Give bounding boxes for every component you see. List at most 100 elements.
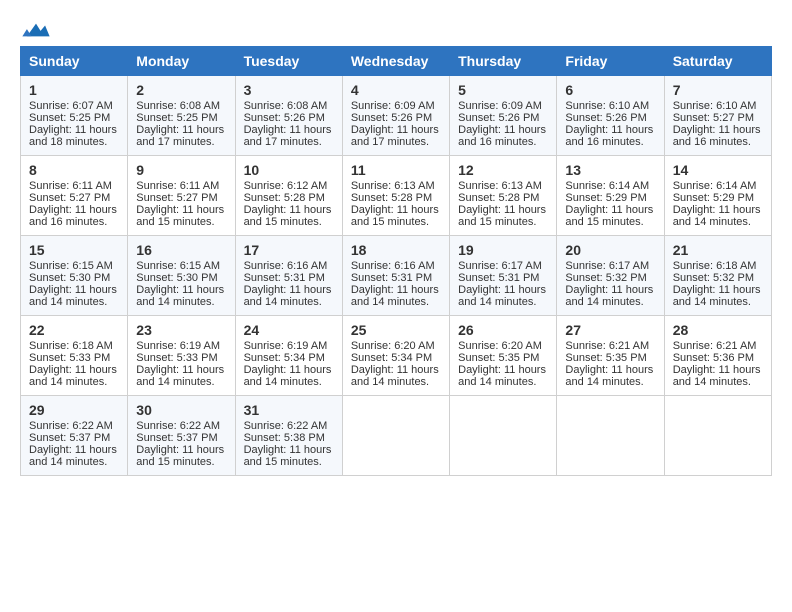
day-number: 23 bbox=[136, 322, 226, 338]
sunset-label: Sunset: 5:34 PM bbox=[244, 352, 325, 364]
day-number: 31 bbox=[244, 402, 334, 418]
weekday-header-monday: Monday bbox=[128, 47, 235, 76]
weekday-header-wednesday: Wednesday bbox=[342, 47, 449, 76]
calendar-week-row-5: 29 Sunrise: 6:22 AM Sunset: 5:37 PM Dayl… bbox=[21, 396, 772, 476]
daylight-label: Daylight: 11 hours and 14 minutes. bbox=[244, 364, 332, 388]
calendar-cell: 12 Sunrise: 6:13 AM Sunset: 5:28 PM Dayl… bbox=[450, 156, 557, 236]
day-number: 16 bbox=[136, 242, 226, 258]
daylight-label: Daylight: 11 hours and 15 minutes. bbox=[244, 444, 332, 468]
day-number: 12 bbox=[458, 162, 548, 178]
daylight-label: Daylight: 11 hours and 17 minutes. bbox=[244, 124, 332, 148]
day-number: 25 bbox=[351, 322, 441, 338]
sunrise-label: Sunrise: 6:09 AM bbox=[351, 100, 435, 112]
day-number: 17 bbox=[244, 242, 334, 258]
sunset-label: Sunset: 5:26 PM bbox=[244, 112, 325, 124]
sunset-label: Sunset: 5:33 PM bbox=[29, 352, 110, 364]
daylight-label: Daylight: 11 hours and 14 minutes. bbox=[29, 284, 117, 308]
calendar-cell: 26 Sunrise: 6:20 AM Sunset: 5:35 PM Dayl… bbox=[450, 316, 557, 396]
calendar-cell: 2 Sunrise: 6:08 AM Sunset: 5:25 PM Dayli… bbox=[128, 76, 235, 156]
daylight-label: Daylight: 11 hours and 16 minutes. bbox=[565, 124, 653, 148]
calendar-cell bbox=[557, 396, 664, 476]
calendar-week-row-1: 1 Sunrise: 6:07 AM Sunset: 5:25 PM Dayli… bbox=[21, 76, 772, 156]
calendar-cell: 15 Sunrise: 6:15 AM Sunset: 5:30 PM Dayl… bbox=[21, 236, 128, 316]
sunrise-label: Sunrise: 6:07 AM bbox=[29, 100, 113, 112]
sunset-label: Sunset: 5:35 PM bbox=[458, 352, 539, 364]
sunset-label: Sunset: 5:32 PM bbox=[673, 272, 754, 284]
sunset-label: Sunset: 5:26 PM bbox=[351, 112, 432, 124]
day-number: 27 bbox=[565, 322, 655, 338]
day-number: 21 bbox=[673, 242, 763, 258]
day-number: 3 bbox=[244, 82, 334, 98]
calendar-cell: 11 Sunrise: 6:13 AM Sunset: 5:28 PM Dayl… bbox=[342, 156, 449, 236]
sunrise-label: Sunrise: 6:16 AM bbox=[351, 260, 435, 272]
day-number: 15 bbox=[29, 242, 119, 258]
daylight-label: Daylight: 11 hours and 14 minutes. bbox=[351, 284, 439, 308]
daylight-label: Daylight: 11 hours and 14 minutes. bbox=[29, 444, 117, 468]
calendar-cell bbox=[342, 396, 449, 476]
logo-text bbox=[20, 20, 50, 40]
weekday-header-tuesday: Tuesday bbox=[235, 47, 342, 76]
logo-bird-icon bbox=[22, 20, 50, 40]
day-number: 30 bbox=[136, 402, 226, 418]
daylight-label: Daylight: 11 hours and 15 minutes. bbox=[458, 204, 546, 228]
sunrise-label: Sunrise: 6:18 AM bbox=[29, 340, 113, 352]
calendar-cell: 19 Sunrise: 6:17 AM Sunset: 5:31 PM Dayl… bbox=[450, 236, 557, 316]
sunset-label: Sunset: 5:27 PM bbox=[29, 192, 110, 204]
calendar-week-row-4: 22 Sunrise: 6:18 AM Sunset: 5:33 PM Dayl… bbox=[21, 316, 772, 396]
sunrise-label: Sunrise: 6:14 AM bbox=[673, 180, 757, 192]
calendar-cell: 31 Sunrise: 6:22 AM Sunset: 5:38 PM Dayl… bbox=[235, 396, 342, 476]
day-number: 24 bbox=[244, 322, 334, 338]
sunset-label: Sunset: 5:29 PM bbox=[565, 192, 646, 204]
sunrise-label: Sunrise: 6:11 AM bbox=[29, 180, 112, 192]
daylight-label: Daylight: 11 hours and 17 minutes. bbox=[136, 124, 224, 148]
sunrise-label: Sunrise: 6:12 AM bbox=[244, 180, 328, 192]
daylight-label: Daylight: 11 hours and 15 minutes. bbox=[136, 204, 224, 228]
sunrise-label: Sunrise: 6:17 AM bbox=[565, 260, 649, 272]
day-number: 13 bbox=[565, 162, 655, 178]
logo bbox=[20, 20, 50, 36]
day-number: 9 bbox=[136, 162, 226, 178]
day-number: 8 bbox=[29, 162, 119, 178]
sunrise-label: Sunrise: 6:21 AM bbox=[673, 340, 757, 352]
page-header bbox=[20, 20, 772, 36]
daylight-label: Daylight: 11 hours and 14 minutes. bbox=[458, 364, 546, 388]
calendar-cell: 9 Sunrise: 6:11 AM Sunset: 5:27 PM Dayli… bbox=[128, 156, 235, 236]
day-number: 26 bbox=[458, 322, 548, 338]
sunrise-label: Sunrise: 6:15 AM bbox=[136, 260, 220, 272]
daylight-label: Daylight: 11 hours and 16 minutes. bbox=[673, 124, 761, 148]
sunset-label: Sunset: 5:26 PM bbox=[458, 112, 539, 124]
sunrise-label: Sunrise: 6:22 AM bbox=[136, 420, 220, 432]
day-number: 22 bbox=[29, 322, 119, 338]
calendar-cell bbox=[664, 396, 771, 476]
sunset-label: Sunset: 5:25 PM bbox=[136, 112, 217, 124]
calendar-cell: 7 Sunrise: 6:10 AM Sunset: 5:27 PM Dayli… bbox=[664, 76, 771, 156]
sunset-label: Sunset: 5:28 PM bbox=[244, 192, 325, 204]
day-number: 7 bbox=[673, 82, 763, 98]
daylight-label: Daylight: 11 hours and 14 minutes. bbox=[673, 284, 761, 308]
sunrise-label: Sunrise: 6:10 AM bbox=[673, 100, 757, 112]
calendar-cell: 8 Sunrise: 6:11 AM Sunset: 5:27 PM Dayli… bbox=[21, 156, 128, 236]
sunset-label: Sunset: 5:28 PM bbox=[351, 192, 432, 204]
daylight-label: Daylight: 11 hours and 14 minutes. bbox=[565, 284, 653, 308]
calendar-cell: 13 Sunrise: 6:14 AM Sunset: 5:29 PM Dayl… bbox=[557, 156, 664, 236]
weekday-header-friday: Friday bbox=[557, 47, 664, 76]
calendar-cell: 5 Sunrise: 6:09 AM Sunset: 5:26 PM Dayli… bbox=[450, 76, 557, 156]
day-number: 4 bbox=[351, 82, 441, 98]
daylight-label: Daylight: 11 hours and 14 minutes. bbox=[136, 284, 224, 308]
sunset-label: Sunset: 5:37 PM bbox=[29, 432, 110, 444]
daylight-label: Daylight: 11 hours and 18 minutes. bbox=[29, 124, 117, 148]
daylight-label: Daylight: 11 hours and 15 minutes. bbox=[351, 204, 439, 228]
daylight-label: Daylight: 11 hours and 14 minutes. bbox=[244, 284, 332, 308]
calendar-cell: 28 Sunrise: 6:21 AM Sunset: 5:36 PM Dayl… bbox=[664, 316, 771, 396]
calendar-cell: 22 Sunrise: 6:18 AM Sunset: 5:33 PM Dayl… bbox=[21, 316, 128, 396]
calendar-cell: 24 Sunrise: 6:19 AM Sunset: 5:34 PM Dayl… bbox=[235, 316, 342, 396]
sunrise-label: Sunrise: 6:19 AM bbox=[244, 340, 328, 352]
daylight-label: Daylight: 11 hours and 14 minutes. bbox=[136, 364, 224, 388]
daylight-label: Daylight: 11 hours and 15 minutes. bbox=[565, 204, 653, 228]
weekday-header-row: SundayMondayTuesdayWednesdayThursdayFrid… bbox=[21, 47, 772, 76]
day-number: 1 bbox=[29, 82, 119, 98]
sunset-label: Sunset: 5:35 PM bbox=[565, 352, 646, 364]
calendar-week-row-3: 15 Sunrise: 6:15 AM Sunset: 5:30 PM Dayl… bbox=[21, 236, 772, 316]
sunset-label: Sunset: 5:36 PM bbox=[673, 352, 754, 364]
daylight-label: Daylight: 11 hours and 14 minutes. bbox=[458, 284, 546, 308]
